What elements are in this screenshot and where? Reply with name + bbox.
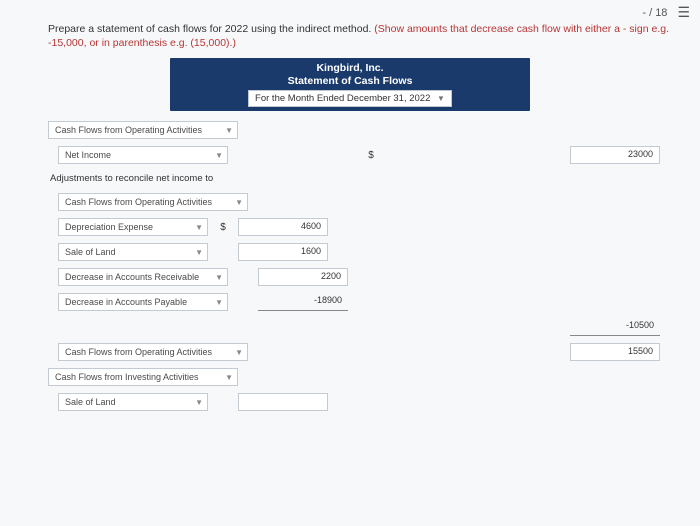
adjustments-label: Adjustments to reconcile net income to xyxy=(48,171,213,186)
score-indicator: - / 18 xyxy=(642,7,667,19)
line-dropdown-net-income[interactable]: Net Income ▼ xyxy=(58,146,228,164)
dropdown-label: Sale of Land xyxy=(65,247,116,257)
dropdown-label: Decrease in Accounts Receivable xyxy=(65,272,199,282)
chevron-down-icon: ▼ xyxy=(235,198,243,207)
dropdown-label: Cash Flows from Operating Activities xyxy=(65,347,212,357)
value-sale-of-land-2[interactable] xyxy=(238,393,328,411)
chevron-down-icon: ▼ xyxy=(215,298,223,307)
section-dropdown-operating[interactable]: Cash Flows from Operating Activities ▼ xyxy=(48,121,238,139)
chevron-down-icon: ▼ xyxy=(235,348,243,357)
dollar-sign: $ xyxy=(364,150,378,161)
menu-icon[interactable]: ☰ xyxy=(677,4,690,21)
section-dropdown-investing[interactable]: Cash Flows from Investing Activities ▼ xyxy=(48,368,238,386)
dropdown-label: Depreciation Expense xyxy=(65,222,153,232)
line-dropdown-dec-ar[interactable]: Decrease in Accounts Receivable ▼ xyxy=(58,268,228,286)
line-dropdown-cfo2[interactable]: Cash Flows from Operating Activities ▼ xyxy=(58,193,248,211)
dropdown-label: Cash Flows from Investing Activities xyxy=(55,372,199,382)
instruction-paren-b: -15,000, or in parenthesis e.g. (15,000)… xyxy=(48,37,236,49)
company-name: Kingbird, Inc. xyxy=(170,62,530,74)
dollar-sign: $ xyxy=(216,222,230,233)
value-cfo-total[interactable]: 15500 xyxy=(570,343,660,361)
dropdown-label: Net Income xyxy=(65,150,111,160)
period-dropdown[interactable]: For the Month Ended December 31, 2022 ▼ xyxy=(248,90,452,107)
dropdown-label: Sale of Land xyxy=(65,397,116,407)
chevron-down-icon: ▼ xyxy=(195,223,203,232)
section-dropdown-label: Cash Flows from Operating Activities xyxy=(55,125,202,135)
instruction-main: Prepare a statement of cash flows for 20… xyxy=(48,23,374,35)
value-depreciation[interactable]: 4600 xyxy=(238,218,328,236)
chevron-down-icon: ▼ xyxy=(437,94,445,103)
chevron-down-icon: ▼ xyxy=(215,151,223,160)
value-sale-of-land[interactable]: 1600 xyxy=(238,243,328,261)
chevron-down-icon: ▼ xyxy=(195,248,203,257)
statement-header: Kingbird, Inc. Statement of Cash Flows F… xyxy=(170,58,530,111)
line-dropdown-cfo-total[interactable]: Cash Flows from Operating Activities ▼ xyxy=(58,343,248,361)
chevron-down-icon: ▼ xyxy=(225,126,233,135)
dropdown-label: Cash Flows from Operating Activities xyxy=(65,197,212,207)
line-dropdown-sale-of-land-2[interactable]: Sale of Land ▼ xyxy=(58,393,208,411)
statement-title: Statement of Cash Flows xyxy=(170,75,530,87)
value-dec-ap[interactable]: -18900 xyxy=(258,293,348,311)
line-dropdown-dec-ap[interactable]: Decrease in Accounts Payable ▼ xyxy=(58,293,228,311)
line-dropdown-sale-of-land[interactable]: Sale of Land ▼ xyxy=(58,243,208,261)
line-dropdown-depreciation[interactable]: Depreciation Expense ▼ xyxy=(58,218,208,236)
chevron-down-icon: ▼ xyxy=(195,398,203,407)
value-net-income[interactable]: 23000 xyxy=(570,146,660,164)
chevron-down-icon: ▼ xyxy=(215,273,223,282)
value-adjustments-subtotal[interactable]: -10500 xyxy=(570,318,660,336)
period-label: For the Month Ended December 31, 2022 xyxy=(255,93,430,104)
dropdown-label: Decrease in Accounts Payable xyxy=(65,297,187,307)
instruction-paren-a: (Show amounts that decrease cash flow wi… xyxy=(374,23,669,35)
instruction-block: Prepare a statement of cash flows for 20… xyxy=(0,21,700,56)
value-dec-ar[interactable]: 2200 xyxy=(258,268,348,286)
chevron-down-icon: ▼ xyxy=(225,373,233,382)
